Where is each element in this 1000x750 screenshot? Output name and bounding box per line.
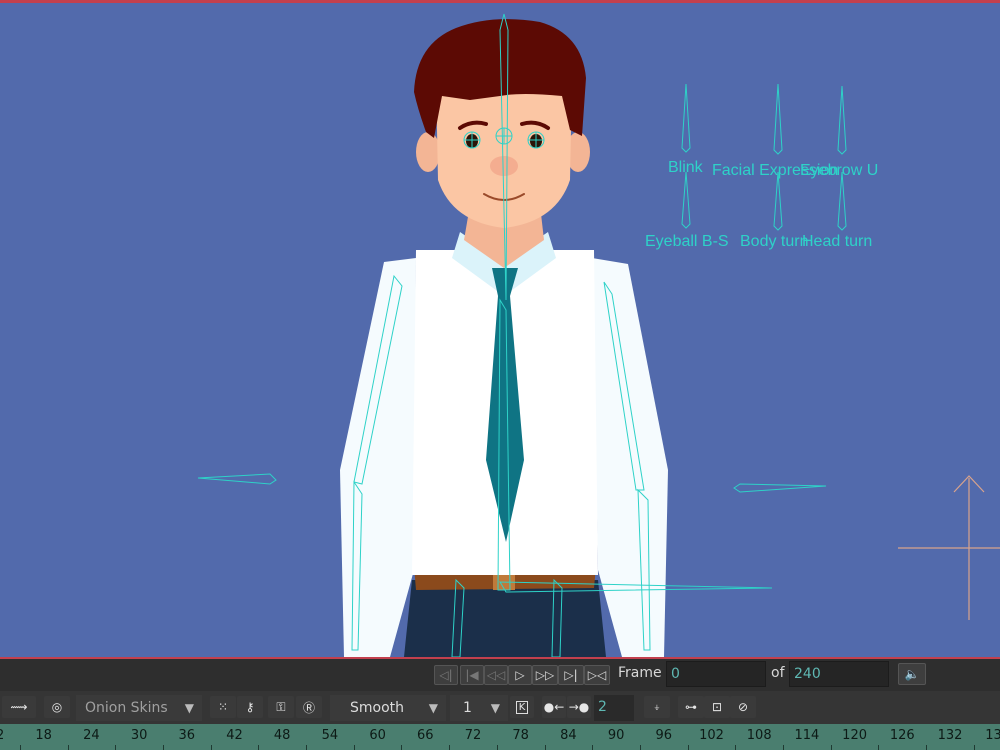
reset-r-icon[interactable]: Ⓡ (296, 696, 322, 718)
control-label-eyeball: Eyeball B-S (645, 233, 729, 250)
ruler-tick-label: 78 (512, 728, 529, 743)
loop-range-start-icon[interactable]: ◁| (434, 665, 458, 685)
ruler-tick-mark (639, 745, 641, 750)
chevron-down-icon: ▼ (428, 701, 438, 715)
add-keyframe-icon[interactable]: ⍖ (644, 696, 670, 718)
ruler-tick-mark (67, 745, 69, 750)
ruler-tick-label: 126 (889, 728, 915, 743)
timeline-ruler[interactable]: 12 18 24 30 36 42 48 54 60 66 72 78 84 90 96 102 108 114 1… (0, 724, 1000, 750)
character-nose (490, 156, 518, 176)
ruler-tick-label: 72 (464, 728, 482, 743)
control-label-head-turn: Head turn (802, 233, 872, 250)
ruler-tick-mark (544, 745, 546, 750)
sound-icon[interactable]: 🔈 (898, 663, 926, 685)
key-a-icon[interactable]: ⚷ (237, 696, 263, 718)
ruler-tick-mark (353, 745, 355, 750)
ruler-tick-label: 102 (699, 728, 724, 743)
ruler-tick-label: 48 (273, 728, 291, 743)
camera-icon[interactable]: ⊡ (704, 696, 730, 718)
ruler-tick-mark (258, 745, 260, 750)
ruler-tick-mark (830, 745, 832, 750)
canvas-viewport[interactable]: Blink Facial Expression Eyebrow U Eyebal… (0, 0, 1000, 657)
control-label-eyebrow: Eyebrow U (800, 162, 878, 179)
total-frames-input[interactable]: 240 (789, 661, 889, 687)
ruler-tick-label: 108 (746, 728, 772, 743)
ruler-tick-mark (401, 745, 403, 750)
step-value: 1 (463, 700, 472, 716)
ruler-tick-label: 36 (178, 728, 196, 743)
ruler-tick-label: 120 (842, 728, 868, 743)
ruler-tick-mark (687, 745, 689, 750)
ruler-tick-mark (735, 745, 737, 750)
ruler-tick-mark (973, 745, 975, 750)
ruler-tick-label: 66 (417, 728, 434, 743)
keyframe-step-input[interactable]: 2 (594, 695, 634, 721)
interpolation-label: Smooth (350, 700, 405, 716)
chevron-down-icon: ▼ (184, 701, 194, 715)
curve-mode-icon[interactable]: ⟿ (2, 696, 36, 718)
ruler-tick-mark (449, 745, 451, 750)
keyframe-k-icon[interactable]: K (510, 696, 534, 718)
ruler-tick-label: 42 (226, 728, 243, 743)
of-label: of (771, 665, 785, 681)
canvas-artwork[interactable]: Blink Facial Expression Eyebrow U Eyebal… (0, 0, 1000, 657)
ruler-tick-mark (19, 745, 21, 750)
ruler-tick-mark (496, 745, 498, 750)
left-ear (416, 132, 440, 172)
frame-input[interactable]: 0 (666, 661, 766, 687)
control-label-blink: Blink (668, 159, 704, 176)
ruler-tick-mark (306, 745, 308, 750)
ruler-tick-label: 84 (560, 728, 577, 743)
ruler-tick-label: 60 (369, 728, 386, 743)
timeline-toolbar: ⟿ ◎ Onion Skins ▼ ⁙ ⚷ ⚿ Ⓡ Smooth ▼ 1 ▼ K… (0, 691, 1000, 724)
step-dropdown[interactable]: 1 ▼ (450, 695, 508, 721)
onion-skins-dropdown[interactable]: Onion Skins ▼ (76, 695, 202, 721)
ruler-tick-mark (878, 745, 880, 750)
ruler-tick-mark (926, 745, 928, 750)
branch-icon[interactable]: ⊶ (678, 696, 704, 718)
interpolation-dropdown[interactable]: Smooth ▼ (330, 695, 446, 721)
keyframe-next-icon[interactable]: →● (567, 696, 591, 718)
ruler-tick-label: 30 (130, 728, 148, 743)
transport-bar: ◁| |◀ ◁◁ ▷ ▷▷ ▷| ▷◁ Frame 0 of 240 🔈 (0, 657, 1000, 691)
ruler-tick-label: 132 (937, 728, 963, 743)
frame-label: Frame (618, 665, 662, 681)
ruler-tick-mark (115, 745, 117, 750)
ruler-tick-label: 12 (0, 728, 5, 743)
onion-skins-label: Onion Skins (85, 700, 168, 716)
key-lock-icon[interactable]: ⚿ (268, 696, 294, 718)
ruler-tick-mark (783, 745, 785, 750)
loop-icon[interactable]: ▷◁ (584, 665, 610, 685)
keyframe-previous-icon[interactable]: ●← (542, 696, 566, 718)
ruler-tick-mark (210, 745, 212, 750)
ruler-tick-mark (592, 745, 594, 750)
ruler-tick-label: 138 (985, 728, 1000, 743)
first-frame-icon[interactable]: |◀ (460, 665, 484, 685)
keyframe-grid-icon[interactable]: ⁙ (210, 696, 236, 718)
onion-skin-toggle-icon[interactable]: ◎ (44, 696, 70, 718)
play-icon[interactable]: ▷ (508, 665, 532, 685)
ruler-tick-mark (162, 745, 164, 750)
character-trousers (404, 580, 606, 657)
ruler-tick-label: 18 (35, 728, 52, 743)
control-label-body-turn: Body turn (740, 233, 808, 250)
top-accent-line (0, 0, 1000, 3)
previous-frame-icon[interactable]: ◁◁ (484, 665, 508, 685)
chevron-down-icon: ▼ (490, 701, 500, 715)
delete-keyframe-icon[interactable]: ⊘ (730, 696, 756, 718)
next-frame-icon[interactable]: ▷▷ (532, 665, 558, 685)
ruler-tick-label: 96 (655, 728, 673, 743)
ruler-tick-label: 90 (607, 728, 625, 743)
ruler-tick-label: 24 (83, 728, 100, 743)
ruler-tick-label: 54 (321, 728, 339, 743)
ruler-tick-label: 114 (794, 728, 820, 743)
last-frame-icon[interactable]: ▷| (558, 665, 584, 685)
